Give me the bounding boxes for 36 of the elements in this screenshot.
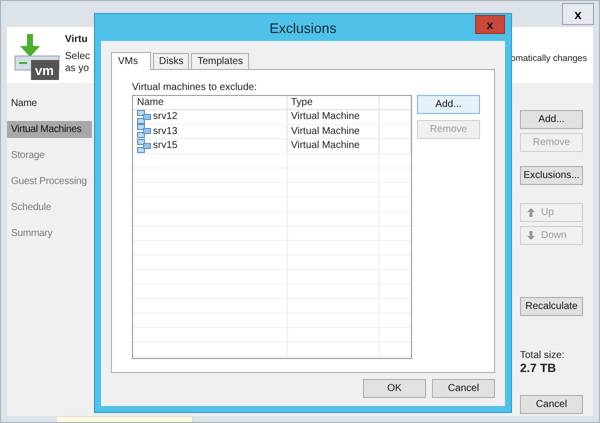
vm-icon <box>137 110 151 124</box>
list-label: Virtual machines to exclude: <box>132 82 258 93</box>
vm-icon <box>137 124 151 138</box>
page-title: Virtu <box>65 34 89 45</box>
dialog-button[interactable]: Cancel <box>432 379 495 398</box>
table-cell: Virtual Machine <box>287 124 379 138</box>
page-description: omatically changes <box>510 53 587 63</box>
cancel-button[interactable]: Cancel <box>520 395 583 414</box>
column-header[interactable]: Type <box>287 96 379 109</box>
wizard-step[interactable]: Virtual Machines <box>7 121 92 138</box>
table-cell: srv13 <box>153 126 178 137</box>
wizard-step[interactable]: Name <box>7 95 92 112</box>
arrow-icon <box>527 231 535 240</box>
table-cell: srv12 <box>153 111 178 122</box>
tab[interactable]: Disks <box>153 53 190 69</box>
close-button[interactable]: x <box>562 3 594 25</box>
page-description: as yo <box>65 63 90 75</box>
dialog-title: Exclusions <box>270 20 336 36</box>
vm-icon <box>137 138 151 153</box>
close-button[interactable]: x <box>475 15 505 34</box>
column-header[interactable]: Name <box>133 96 287 109</box>
total-size-value: 2.7 TB <box>520 361 558 375</box>
side-button[interactable]: Add... <box>520 110 583 129</box>
table-cell: Virtual Machine <box>287 110 379 124</box>
page-description: Selec <box>65 51 90 63</box>
side-button[interactable]: Exclusions... <box>520 166 583 185</box>
table-cell: srv15 <box>153 140 178 152</box>
table-cell: Virtual Machine <box>287 139 379 152</box>
list-button[interactable]: Add... <box>417 95 480 114</box>
dialog-button[interactable]: OK <box>363 379 426 398</box>
tab[interactable]: VMs <box>111 52 151 70</box>
tab[interactable]: Templates <box>191 53 250 69</box>
arrow-icon <box>527 208 535 217</box>
side-button[interactable]: Recalculate <box>520 297 583 316</box>
vm-logo: vm <box>13 34 61 80</box>
total-size-label: Total size: <box>520 350 566 361</box>
